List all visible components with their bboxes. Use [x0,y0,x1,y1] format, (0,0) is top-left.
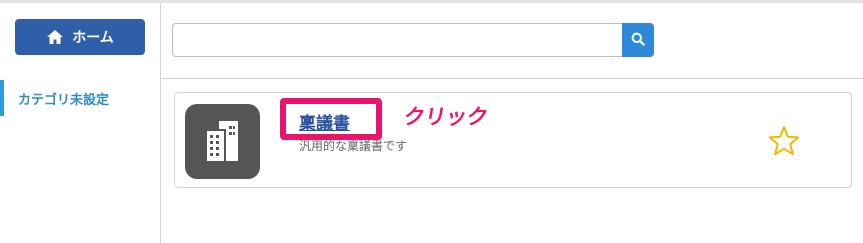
form-description: 汎用的な稟議書です [299,139,408,153]
building-icon [185,104,260,179]
search-bar [172,23,654,57]
home-button[interactable]: ホーム [15,19,145,55]
form-card[interactable]: 稟議書 汎用的な稟議書です クリック [174,92,852,188]
search-input[interactable] [172,23,622,57]
search-button[interactable] [622,23,654,57]
header-divider [162,78,863,79]
main-content: 稟議書 汎用的な稟議書です クリック [162,3,863,243]
favorite-button[interactable] [767,124,801,158]
click-annotation: クリック [401,105,490,129]
sidebar-item-uncategorized[interactable]: カテゴリ未設定 [0,80,160,116]
sidebar-item-label: カテゴリ未設定 [18,92,110,108]
form-title-link[interactable]: 稟議書 [299,109,350,134]
star-icon [767,126,801,162]
sidebar: ホーム カテゴリ未設定 [0,3,161,243]
home-button-label: ホーム [72,30,114,46]
home-icon [46,29,64,45]
search-icon [631,31,645,50]
